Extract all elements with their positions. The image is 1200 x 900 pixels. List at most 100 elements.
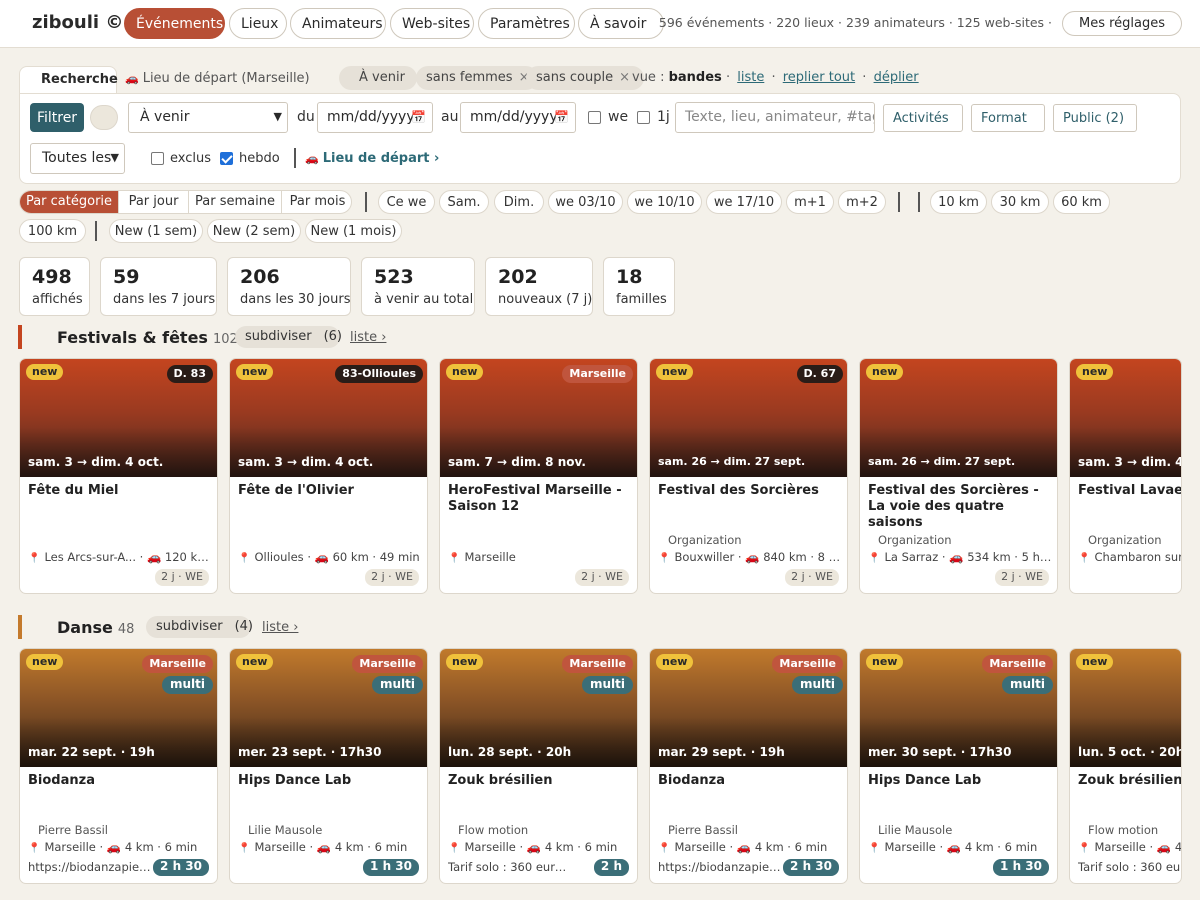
event-title[interactable]: Festival des Sorcières bbox=[658, 483, 844, 499]
event-extra-info[interactable]: https://biodanzapierr... bbox=[28, 860, 152, 874]
weekend-checkbox[interactable] bbox=[588, 111, 601, 124]
event-card[interactable]: new Marseille sam. 7 → dim. 8 nov. HeroFest… bbox=[439, 358, 638, 594]
chevron-down-icon: ▼ bbox=[273, 110, 282, 123]
event-card[interactable]: new 83-Ollioules sam. 3 → dim. 4 oct. Fête … bbox=[229, 358, 428, 594]
active-filter-chip[interactable]: sans couple × bbox=[526, 66, 644, 90]
event-extra-info[interactable]: https://biodanzapierr... bbox=[658, 860, 782, 874]
subdivide-button[interactable]: subdiviser (4) bbox=[146, 616, 253, 638]
search-input[interactable]: Texte, lieu, animateur, #tag... bbox=[675, 102, 875, 133]
view-liste-link[interactable]: liste bbox=[737, 70, 764, 85]
event-organizer[interactable]: Lilie Mausole bbox=[248, 823, 322, 837]
new-badge: new bbox=[866, 364, 904, 380]
public-button[interactable]: Public (2) bbox=[1053, 104, 1137, 132]
seg-par-categorie[interactable]: Par catégorie bbox=[20, 191, 119, 213]
section-list-link[interactable]: liste › bbox=[262, 620, 298, 635]
format-button[interactable]: Format bbox=[971, 104, 1045, 132]
event-card[interactable]: new lun. 5 oct. · 20h Zouk brésilien Flow m… bbox=[1069, 648, 1182, 884]
quick-date-chip[interactable]: m+1 bbox=[786, 190, 834, 214]
toutes-select[interactable]: Toutes les ▼ bbox=[30, 143, 125, 174]
event-card[interactable]: new D. 83 sam. 3 → dim. 4 oct. Fête du Miel… bbox=[19, 358, 218, 594]
brand-logo[interactable]: zibouli © bbox=[32, 12, 123, 33]
exclus-checkbox[interactable] bbox=[151, 152, 164, 165]
distance-chip[interactable]: 60 km bbox=[1053, 190, 1110, 214]
quick-date-chip[interactable]: we 10/10 bbox=[627, 190, 702, 214]
remove-chip-icon[interactable]: × bbox=[619, 70, 630, 85]
event-title[interactable]: Festival Lavaena bbox=[1078, 483, 1181, 499]
seg-par-jour[interactable]: Par jour bbox=[119, 191, 189, 213]
seg-par-semaine[interactable]: Par semaine bbox=[189, 191, 282, 213]
event-title[interactable]: Hips Dance Lab bbox=[868, 773, 1054, 789]
event-title[interactable]: HeroFestival Marseille - Saison 12 bbox=[448, 483, 634, 515]
new-filter-chip[interactable]: New (1 sem) bbox=[109, 219, 203, 243]
calendar-icon[interactable]: 📅 bbox=[411, 110, 426, 124]
distance-chip[interactable]: 10 km bbox=[930, 190, 987, 214]
event-title[interactable]: Fête du Miel bbox=[28, 483, 214, 499]
new-filter-chip[interactable]: New (1 mois) bbox=[305, 219, 402, 243]
nav-parametres[interactable]: Paramètres bbox=[478, 8, 575, 39]
pin-icon: 📍 bbox=[658, 843, 671, 854]
event-title[interactable]: Zouk brésilien bbox=[1078, 773, 1181, 789]
new-filter-chip[interactable]: New (2 sem) bbox=[207, 219, 301, 243]
event-organizer[interactable]: Flow motion bbox=[458, 823, 528, 837]
active-filter-chip[interactable]: sans femmes × bbox=[416, 66, 538, 90]
one-day-checkbox[interactable] bbox=[637, 111, 650, 124]
date-to-input[interactable]: mm/dd/yyyy 📅 bbox=[460, 102, 576, 133]
event-extra-info[interactable]: Tarif solo : 360 euro bbox=[1078, 860, 1181, 874]
nav-evenements[interactable]: Événements bbox=[124, 8, 225, 39]
quick-date-chip[interactable]: m+2 bbox=[838, 190, 886, 214]
section-list-link[interactable]: liste › bbox=[350, 330, 386, 345]
calendar-icon[interactable]: 📅 bbox=[554, 110, 569, 124]
activites-button[interactable]: Activités bbox=[883, 104, 963, 132]
seg-par-mois[interactable]: Par mois bbox=[282, 191, 351, 213]
event-organizer[interactable]: Pierre Bassil bbox=[668, 823, 738, 837]
event-image: new sam. 26 → dim. 27 sept. bbox=[860, 359, 1057, 477]
event-organizer[interactable]: Organization bbox=[1088, 533, 1162, 547]
date-from-input[interactable]: mm/dd/yyyy 📅 bbox=[317, 102, 433, 133]
my-settings-button[interactable]: Mes réglages bbox=[1062, 11, 1182, 36]
nav-a-savoir[interactable]: À savoir bbox=[578, 8, 664, 39]
quick-date-chip[interactable]: we 03/10 bbox=[548, 190, 623, 214]
event-card[interactable]: new Marseille multi mer. 30 sept. · 17h30 Hi… bbox=[859, 648, 1058, 884]
event-extra-info[interactable]: Tarif solo : 360 euro... bbox=[448, 860, 572, 874]
event-title[interactable]: Zouk brésilien bbox=[448, 773, 634, 789]
distance-chip[interactable]: 30 km bbox=[991, 190, 1049, 214]
tab-recherche[interactable]: Recherche bbox=[19, 66, 118, 94]
tab-lieu-depart[interactable]: 🚗 Lieu de départ (Marseille) bbox=[125, 66, 310, 94]
nav-web-sites[interactable]: Web-sites bbox=[390, 8, 474, 39]
toggle-switch[interactable] bbox=[90, 105, 118, 130]
quick-date-chip[interactable]: Dim. bbox=[494, 190, 544, 214]
event-card[interactable]: new Marseille multi lun. 28 sept. · 20h Zouk… bbox=[439, 648, 638, 884]
nav-lieux[interactable]: Lieux bbox=[229, 8, 287, 39]
hebdo-checkbox[interactable] bbox=[220, 152, 233, 165]
event-card[interactable]: new D. 67 sam. 26 → dim. 27 sept. Festival … bbox=[649, 358, 848, 594]
event-organizer[interactable]: Pierre Bassil bbox=[38, 823, 108, 837]
event-title[interactable]: Festival des Sorcières - La voie des qua… bbox=[868, 483, 1054, 531]
event-title[interactable]: Biodanza bbox=[28, 773, 214, 789]
subdivide-button[interactable]: subdiviser (6) bbox=[235, 326, 342, 348]
distance-chip[interactable]: 100 km bbox=[19, 219, 86, 243]
depart-link[interactable]: 🚗 Lieu de départ › bbox=[305, 151, 439, 166]
section-title[interactable]: Festivals & fêtes 102 bbox=[57, 328, 238, 347]
event-card[interactable]: new Marseille multi mar. 22 sept. · 19h Biod… bbox=[19, 648, 218, 884]
event-card[interactable]: new sam. 26 → dim. 27 sept. Festival des S… bbox=[859, 358, 1058, 594]
quick-date-chip[interactable]: we 17/10 bbox=[706, 190, 782, 214]
section-title[interactable]: Danse 48 bbox=[57, 618, 134, 637]
event-title[interactable]: Biodanza bbox=[658, 773, 844, 789]
period-select[interactable]: À venir ▼ bbox=[128, 102, 288, 133]
quick-date-chip[interactable]: Sam. bbox=[439, 190, 489, 214]
event-organizer[interactable]: Organization bbox=[878, 533, 952, 547]
filter-button[interactable]: Filtrer bbox=[30, 103, 84, 132]
event-organizer[interactable]: Lilie Mausole bbox=[878, 823, 952, 837]
event-organizer[interactable]: Flow motion bbox=[1088, 823, 1158, 837]
collapse-all-link[interactable]: replier tout bbox=[783, 70, 855, 85]
nav-animateurs[interactable]: Animateurs bbox=[290, 8, 386, 39]
active-filter-chip[interactable]: À venir bbox=[339, 66, 417, 90]
event-title[interactable]: Hips Dance Lab bbox=[238, 773, 424, 789]
event-card[interactable]: new Marseille multi mar. 29 sept. · 19h Biod… bbox=[649, 648, 848, 884]
event-card[interactable]: new Marseille multi mer. 23 sept. · 17h30 Hi… bbox=[229, 648, 428, 884]
event-card[interactable]: new sam. 3 → dim. 4 oct. Festival Lavaena O… bbox=[1069, 358, 1182, 594]
quick-date-chip[interactable]: Ce we bbox=[378, 190, 435, 214]
event-title[interactable]: Fête de l'Olivier bbox=[238, 483, 424, 499]
event-organizer[interactable]: Organization bbox=[668, 533, 742, 547]
expand-all-link[interactable]: déplier bbox=[874, 70, 919, 85]
